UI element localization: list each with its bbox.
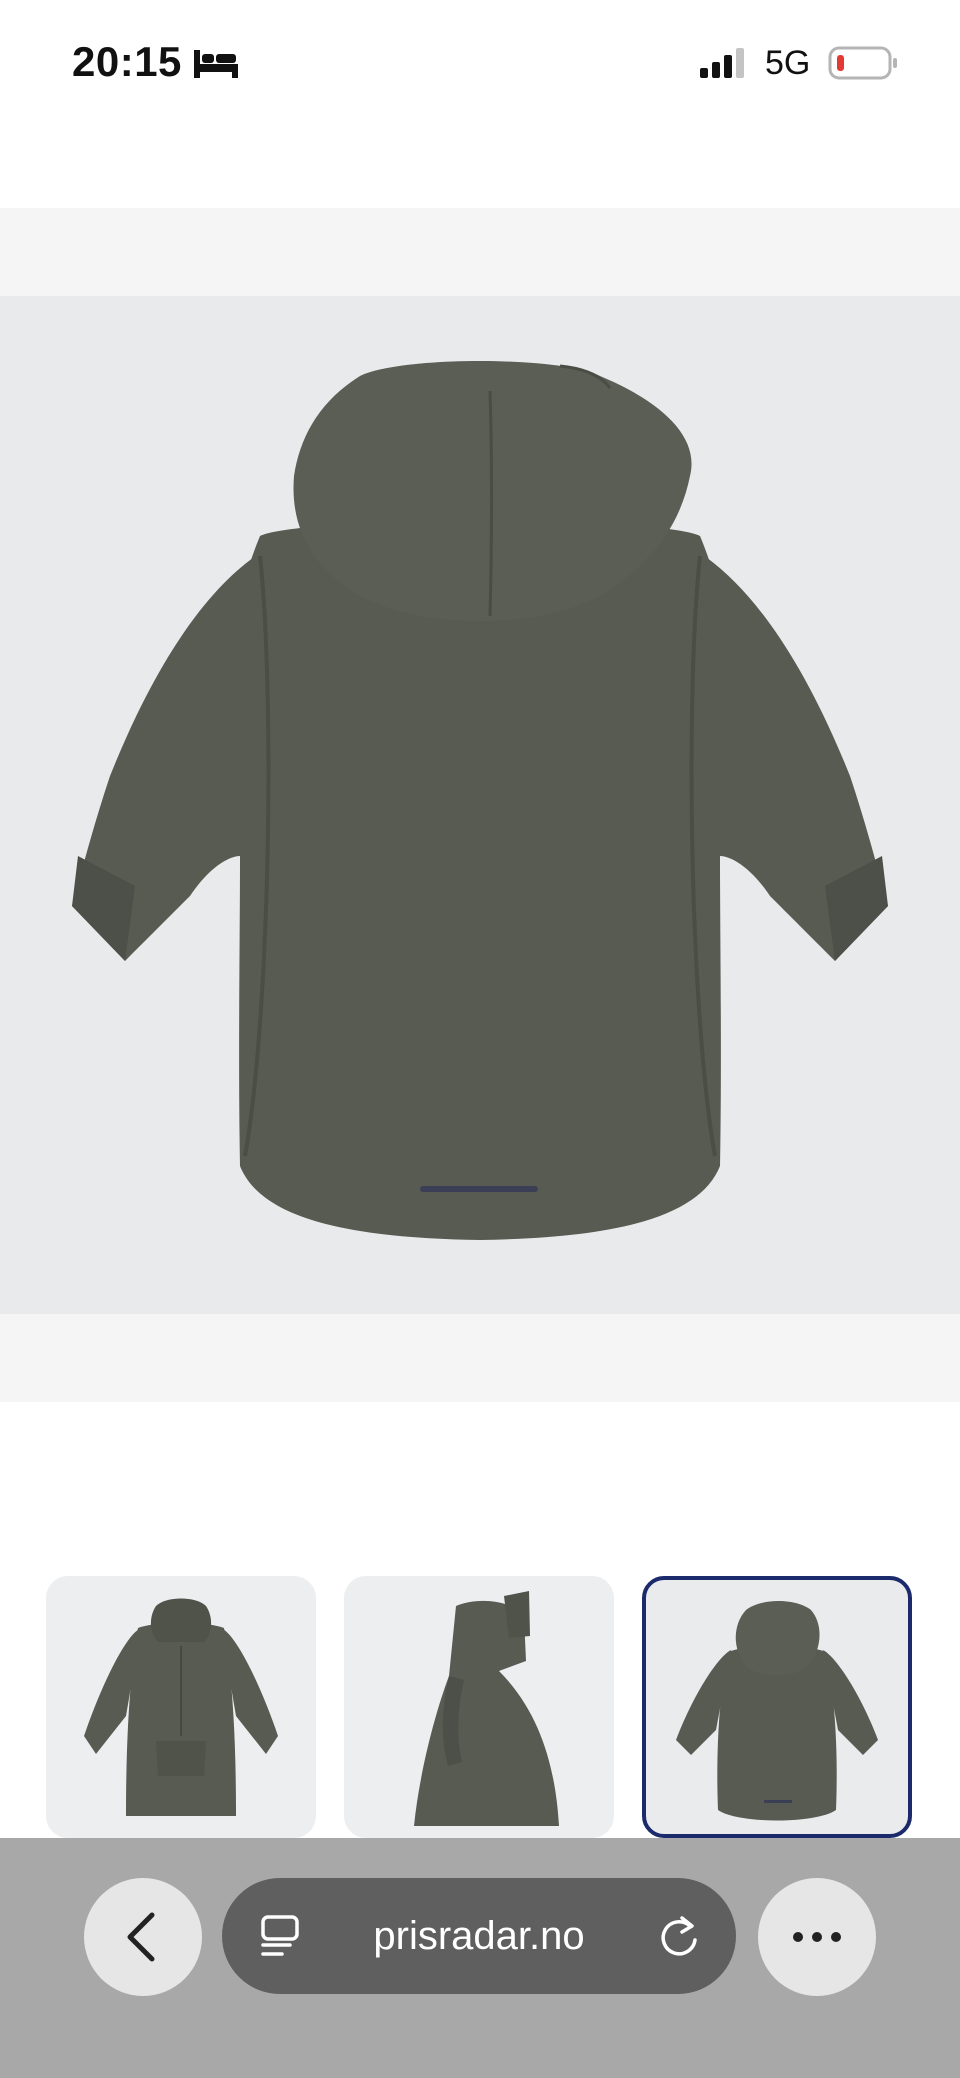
main-product-image[interactable] (0, 296, 960, 1314)
thumbnail-side[interactable] (344, 1576, 614, 1838)
thumbnail-strip (0, 1576, 960, 1838)
bed-icon (194, 48, 238, 83)
jacket-back-illustration (72, 361, 888, 1240)
status-bar: 20:15 5G (0, 0, 960, 130)
thumbnail-front[interactable] (46, 1576, 316, 1838)
battery-low-icon (828, 46, 898, 85)
jacket-front-thumbnail (84, 1598, 278, 1816)
thumbnail-back[interactable] (642, 1576, 912, 1838)
reload-icon[interactable] (656, 1912, 702, 1965)
back-icon (127, 1912, 155, 1962)
status-time: 20:15 (72, 38, 182, 85)
more-button[interactable] (758, 1878, 876, 1996)
back-button[interactable] (84, 1878, 202, 1996)
address-bar[interactable]: prisradar.no (222, 1878, 736, 1994)
jacket-side-thumbnail (414, 1591, 559, 1826)
jacket-back-thumbnail (676, 1601, 878, 1821)
signal-icon (700, 48, 748, 83)
browser-toolbar: prisradar.no (0, 1838, 960, 2078)
more-icon (793, 1932, 841, 1942)
network-type: 5G (765, 44, 811, 82)
